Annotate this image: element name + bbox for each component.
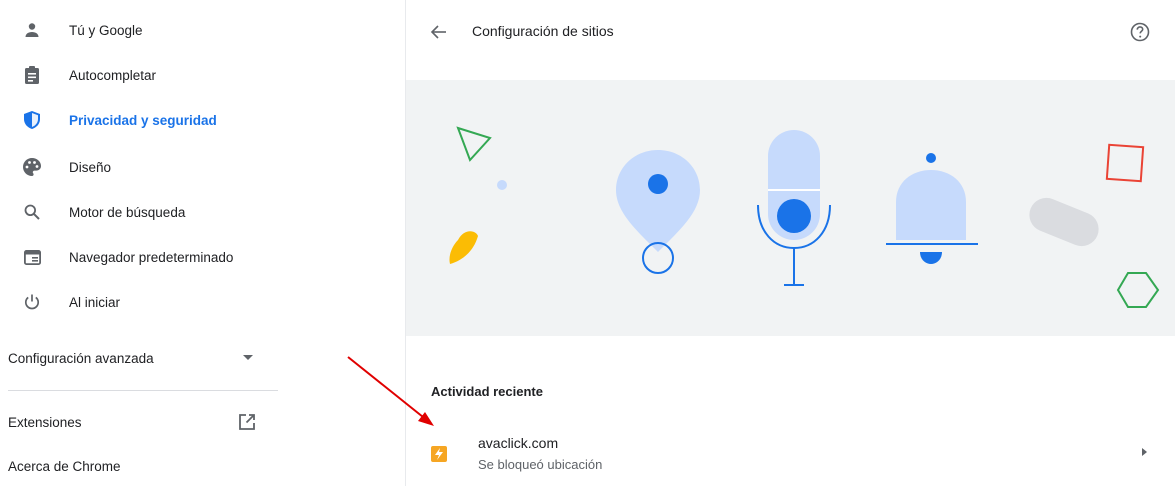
sidebar-item-you-and-google[interactable]: Tú y Google bbox=[0, 8, 290, 52]
sidebar-item-search-engine[interactable]: Motor de búsqueda bbox=[0, 190, 290, 234]
sidebar-item-autofill[interactable]: Autocompletar bbox=[0, 53, 290, 97]
sidebar-item-label: Tú y Google bbox=[69, 22, 143, 38]
site-name: avaclick.com bbox=[478, 435, 559, 451]
sidebar-divider bbox=[8, 390, 278, 391]
bell-icon bbox=[886, 153, 978, 264]
open-in-new-icon bbox=[238, 413, 256, 431]
caret-down-icon bbox=[243, 355, 253, 360]
recent-site-row[interactable]: avaclick.com Se bloqueó ubicación bbox=[406, 422, 1175, 480]
sidebar-item-label: Autocompletar bbox=[69, 67, 157, 83]
sidebar-item-label: Motor de búsqueda bbox=[69, 204, 186, 220]
advanced-settings-toggle[interactable]: Configuración avanzada bbox=[0, 336, 270, 380]
microphone-icon bbox=[757, 130, 831, 286]
sidebar-item-extensions[interactable]: Extensiones bbox=[0, 402, 270, 442]
sidebar-item-label: Diseño bbox=[69, 159, 112, 175]
sidebar-item-on-startup[interactable]: Al iniciar bbox=[0, 280, 290, 324]
page-title: Configuración de sitios bbox=[472, 23, 614, 39]
page-header: Configuración de sitios bbox=[406, 0, 1175, 64]
power-icon bbox=[22, 292, 42, 312]
browser-window-icon bbox=[22, 247, 42, 267]
triangle-shape-icon bbox=[456, 126, 492, 162]
sidebar: Tú y Google Autocompletar Privacidad y s… bbox=[0, 0, 300, 486]
sidebar-item-default-browser[interactable]: Navegador predeterminado bbox=[0, 235, 290, 279]
palette-icon bbox=[22, 157, 42, 177]
help-icon[interactable] bbox=[1129, 21, 1151, 43]
clipboard-icon bbox=[22, 65, 42, 85]
main-panel: Configuración de sitios Actividad recien… bbox=[406, 0, 1175, 486]
site-settings-illustration bbox=[406, 80, 1175, 336]
sidebar-item-privacy-security[interactable]: Privacidad y seguridad bbox=[0, 98, 290, 142]
back-arrow-icon[interactable] bbox=[428, 21, 450, 43]
sidebar-item-label: Al iniciar bbox=[69, 294, 121, 310]
search-icon bbox=[22, 202, 42, 222]
location-pin-icon bbox=[616, 150, 700, 274]
about-chrome-label: Acerca de Chrome bbox=[8, 458, 121, 474]
sidebar-item-label: Navegador predeterminado bbox=[69, 249, 234, 265]
site-favicon-icon bbox=[431, 446, 447, 462]
person-icon bbox=[22, 20, 42, 40]
shield-icon bbox=[22, 110, 42, 130]
extensions-label: Extensiones bbox=[8, 414, 82, 430]
site-status: Se bloqueó ubicación bbox=[478, 457, 603, 472]
sidebar-item-appearance[interactable]: Diseño bbox=[0, 145, 290, 189]
arrow-right-icon[interactable] bbox=[1142, 448, 1147, 456]
recent-activity-heading: Actividad reciente bbox=[431, 384, 543, 399]
sidebar-item-label: Privacidad y seguridad bbox=[69, 112, 217, 128]
sidebar-item-about-chrome[interactable]: Acerca de Chrome bbox=[0, 446, 270, 486]
advanced-settings-label: Configuración avanzada bbox=[8, 350, 154, 366]
